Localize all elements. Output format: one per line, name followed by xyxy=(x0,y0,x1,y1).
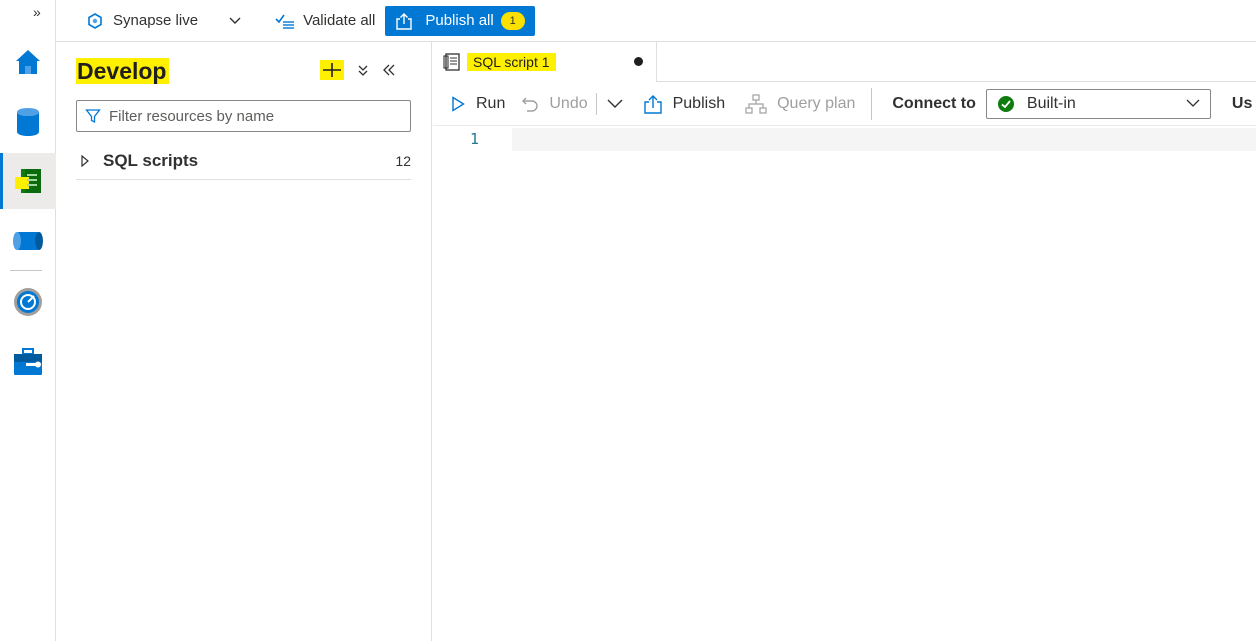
chevron-down-icon xyxy=(1186,99,1200,108)
collapse-panel-icon[interactable] xyxy=(382,63,396,77)
synapse-live-icon xyxy=(87,12,103,29)
panel-actions xyxy=(320,60,396,80)
line-number: 1 xyxy=(470,130,480,148)
use-database-label: Us xyxy=(1231,94,1253,112)
pending-changes-badge: 1 xyxy=(500,11,525,30)
publish-label: Publish xyxy=(672,94,726,112)
connect-to-label: Connect to xyxy=(892,94,976,112)
query-plan-label: Query plan xyxy=(777,94,856,112)
toolbar-divider xyxy=(595,92,597,115)
sql-script-icon xyxy=(443,52,461,72)
connect-to-dropdown[interactable]: Built-in xyxy=(985,88,1211,119)
toolbar-divider xyxy=(871,87,873,120)
tab-label: SQL script 1 xyxy=(467,53,556,71)
validate-all-button[interactable]: Validate all xyxy=(267,6,383,36)
add-resource-icon[interactable] xyxy=(320,60,344,80)
top-toolbar: Synapse live Validate all Publish all 1 xyxy=(56,0,1256,42)
publish-icon xyxy=(643,94,663,114)
undo-button[interactable]: Undo xyxy=(513,89,595,119)
expand-triangle-icon[interactable] xyxy=(81,154,89,167)
chevron-down-icon xyxy=(229,17,241,25)
tab-bar: SQL script 1 xyxy=(433,42,1256,82)
mode-label: Synapse live xyxy=(113,12,199,29)
tree-item-label: SQL scripts xyxy=(103,150,199,170)
filter-box[interactable] xyxy=(76,100,411,132)
validate-icon xyxy=(275,13,295,29)
check-circle-icon xyxy=(997,95,1015,113)
publish-icon xyxy=(395,12,413,30)
more-actions-dropdown[interactable] xyxy=(599,89,631,119)
manage-icon[interactable] xyxy=(0,334,56,390)
publish-all-button[interactable]: Publish all 1 xyxy=(385,5,535,36)
query-plan-icon xyxy=(745,93,767,114)
undo-label: Undo xyxy=(549,94,588,112)
run-label: Run xyxy=(476,94,506,112)
filter-input[interactable] xyxy=(107,106,397,126)
home-icon[interactable] xyxy=(0,34,56,90)
publish-all-label: Publish all xyxy=(425,12,494,29)
chevron-down-icon xyxy=(607,99,623,109)
code-editor[interactable]: 1 xyxy=(433,128,1256,151)
develop-panel: Develop SQL scripts 12 xyxy=(56,42,432,641)
collapse-all-icon[interactable] xyxy=(356,63,370,77)
current-line-highlight xyxy=(512,128,1256,151)
play-icon xyxy=(451,95,465,112)
develop-icon[interactable] xyxy=(0,153,56,209)
undo-icon xyxy=(521,95,539,113)
filter-icon xyxy=(85,108,101,124)
panel-title: Develop xyxy=(76,58,170,84)
validate-all-label: Validate all xyxy=(303,12,376,29)
publish-button[interactable]: Publish xyxy=(635,89,733,119)
mode-dropdown[interactable]: Synapse live xyxy=(79,6,249,36)
run-button[interactable]: Run xyxy=(443,89,513,119)
query-plan-button[interactable]: Query plan xyxy=(737,89,863,119)
rail-divider xyxy=(10,270,42,271)
data-icon[interactable] xyxy=(0,94,56,150)
integrate-icon[interactable] xyxy=(0,213,56,269)
left-rail: » xyxy=(0,0,56,641)
tree-item-count: 12 xyxy=(395,152,411,169)
unsaved-dot-icon xyxy=(634,57,643,66)
tree-item-sql-scripts[interactable]: SQL scripts 12 xyxy=(76,142,411,180)
editor-toolbar: Run Undo Publish Query plan Connect to B… xyxy=(433,82,1256,126)
monitor-icon[interactable] xyxy=(0,274,56,330)
expand-rail-icon[interactable]: » xyxy=(33,4,41,20)
editor-area: SQL script 1 Run Undo Publish Query plan… xyxy=(433,42,1256,641)
connect-value: Built-in xyxy=(1026,94,1076,112)
tab-sql-script-1[interactable]: SQL script 1 xyxy=(433,42,657,82)
